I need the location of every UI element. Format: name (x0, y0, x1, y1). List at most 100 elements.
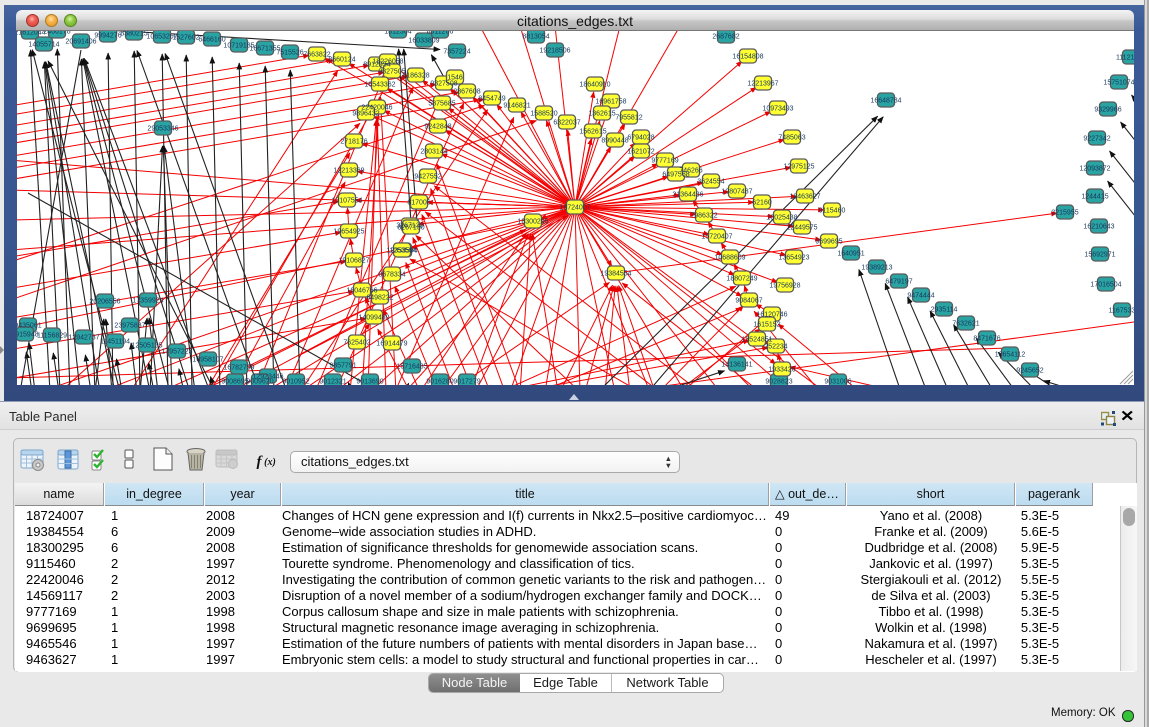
svg-text:16033809: 16033809 (408, 38, 439, 45)
svg-text:8511206: 8511206 (427, 31, 454, 36)
svg-text:18640910: 18640910 (579, 82, 610, 89)
svg-text:10025438: 10025438 (766, 215, 797, 222)
svg-text:7625402: 7625402 (343, 340, 370, 347)
svg-text:16914479: 16914479 (376, 341, 407, 348)
svg-text:9994276: 9994276 (94, 33, 121, 40)
svg-text:19106827: 19106827 (338, 258, 369, 265)
svg-text:746266: 746266 (679, 168, 702, 175)
svg-text:7357224: 7357224 (443, 49, 470, 56)
svg-text:8380215: 8380215 (120, 31, 147, 38)
svg-text:16782759: 16782759 (223, 365, 254, 372)
svg-text:21612044: 21612044 (17, 31, 46, 37)
svg-text:12353594: 12353594 (386, 248, 417, 255)
svg-text:17957223: 17957223 (161, 349, 192, 356)
svg-text:16961758: 16961758 (595, 99, 626, 106)
svg-text:2718176: 2718176 (340, 139, 367, 146)
svg-text:11451194: 11451194 (100, 339, 130, 346)
svg-text:9008695: 9008695 (221, 379, 248, 386)
svg-text:1812304: 1812304 (384, 31, 411, 36)
svg-text:11156829: 11156829 (37, 333, 67, 340)
svg-text:20691406: 20691406 (65, 39, 96, 46)
svg-text:10807487: 10807487 (721, 189, 752, 196)
svg-text:8267150: 8267150 (397, 225, 424, 232)
svg-text:6466160: 6466160 (198, 37, 225, 44)
svg-text:1562615: 1562615 (579, 129, 606, 136)
svg-text:12942737: 12942737 (68, 335, 99, 342)
svg-text:f: f (257, 454, 264, 470)
svg-text:6794028: 6794028 (627, 135, 654, 142)
svg-text:14099489: 14099489 (358, 315, 389, 322)
svg-text:62160: 62160 (752, 200, 772, 207)
svg-text:18807249: 18807249 (726, 276, 757, 283)
svg-text:16046766: 16046766 (346, 288, 377, 295)
svg-text:9115460: 9115460 (819, 208, 846, 215)
svg-text:9245652: 9245652 (1016, 368, 1043, 375)
svg-text:19524851: 19524851 (741, 337, 772, 344)
svg-text:1933426: 1933426 (768, 367, 795, 374)
svg-text:15692971: 15692971 (1084, 252, 1115, 259)
svg-text:9031006: 9031006 (824, 379, 851, 386)
svg-text:10654112: 10654112 (995, 352, 1026, 359)
svg-text:17359924: 17359924 (132, 298, 163, 305)
svg-text:1167533: 1167533 (1109, 308, 1134, 315)
svg-text:6479197: 6479197 (885, 279, 912, 286)
svg-text:2935114: 2935114 (931, 307, 958, 314)
svg-text:17016504: 17016504 (1090, 282, 1121, 289)
svg-text:16154808: 16154808 (732, 54, 763, 61)
svg-text:9084067: 9084067 (735, 298, 762, 305)
svg-text:6322037: 6322037 (553, 120, 580, 127)
svg-text:18226058: 18226058 (372, 59, 403, 66)
svg-text:13654923: 13654923 (778, 255, 809, 262)
svg-text:2867608: 2867608 (453, 89, 480, 96)
svg-text:9474444: 9474444 (907, 293, 934, 300)
svg-text:3215955: 3215955 (1051, 210, 1078, 217)
svg-text:15720407: 15720407 (701, 234, 732, 241)
svg-text:18300295: 18300295 (517, 219, 548, 226)
svg-text:9699695: 9699695 (815, 239, 842, 246)
svg-text:19756928: 19756928 (769, 283, 800, 290)
svg-text:8813054: 8813054 (522, 34, 549, 41)
svg-text:1546: 1546 (447, 75, 463, 82)
svg-text:10688609: 10688609 (714, 255, 745, 262)
svg-text:9010952: 9010952 (282, 379, 309, 386)
svg-text:9777169: 9777169 (651, 158, 678, 165)
svg-text:16120746: 16120746 (756, 312, 787, 319)
svg-text:9435061: 9435061 (17, 323, 42, 330)
svg-text:9028823: 9028823 (765, 379, 792, 386)
svg-text:10973493: 10973493 (762, 106, 793, 113)
svg-text:12505135: 12505135 (131, 343, 162, 350)
svg-text:16210643: 16210643 (1083, 224, 1114, 231)
svg-text:9242848: 9242848 (424, 124, 451, 131)
svg-text:9017279: 9017279 (453, 379, 480, 386)
svg-text:7515526: 7515526 (276, 50, 303, 57)
svg-text:8678334: 8678334 (378, 272, 405, 279)
svg-text:1527602: 1527602 (172, 35, 199, 42)
svg-text:5875685: 5875685 (428, 101, 455, 108)
svg-text:9329966: 9329966 (1094, 107, 1121, 114)
svg-text:8471676: 8471676 (973, 336, 1000, 343)
svg-text:9327508: 9327508 (430, 81, 457, 88)
svg-text:8186328: 8186328 (402, 73, 429, 80)
svg-text:15751074: 15751074 (1103, 80, 1134, 87)
svg-text:3915948: 3915948 (17, 332, 39, 339)
svg-text:9857791: 9857791 (329, 363, 356, 370)
svg-text:29053346: 29053346 (147, 126, 178, 133)
svg-text:9896432: 9896432 (352, 111, 379, 118)
svg-text:3624554: 3624554 (697, 179, 724, 186)
svg-text:14136141: 14136141 (721, 362, 752, 369)
svg-text:1244415: 1244415 (1081, 194, 1108, 201)
svg-text:1640951: 1640951 (837, 251, 864, 258)
svg-text:19384554: 19384554 (600, 271, 631, 278)
svg-text:18724007: 18724007 (559, 205, 590, 212)
svg-text:9013690: 9013690 (356, 379, 383, 386)
svg-text:15716485: 15716485 (396, 364, 427, 371)
svg-text:9009620: 9009620 (246, 379, 273, 386)
svg-text:8990448: 8990448 (601, 138, 628, 145)
svg-text:12975125: 12975125 (783, 164, 814, 171)
svg-text:1588520: 1588520 (530, 111, 557, 118)
svg-text:16648784: 16648784 (870, 98, 901, 105)
svg-text:12213369: 12213369 (333, 168, 364, 175)
svg-text:21364436: 21364436 (672, 192, 703, 199)
svg-text:19218506: 19218506 (539, 48, 570, 55)
svg-text:7955812: 7955812 (615, 115, 642, 122)
